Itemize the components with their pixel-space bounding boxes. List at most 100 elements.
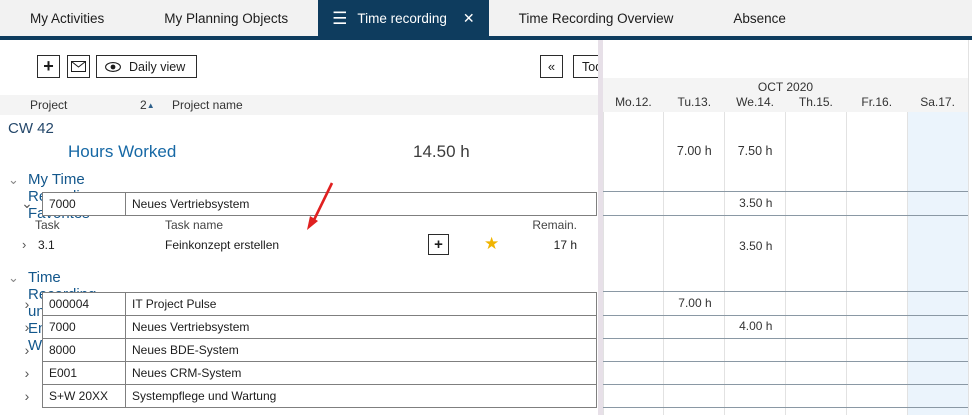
plus-icon: + xyxy=(434,236,443,253)
day-cell[interactable] xyxy=(785,144,846,158)
chevron-right-icon[interactable]: › xyxy=(20,319,34,335)
project-row[interactable]: 7000 Neues Vertriebsystem xyxy=(42,315,597,339)
day-cell[interactable] xyxy=(846,144,907,158)
favorite-project-row[interactable]: 7000 Neues Vertriebsystem xyxy=(42,192,597,216)
day-cell[interactable] xyxy=(907,196,968,210)
grid-line xyxy=(603,191,968,192)
column-project[interactable]: Project xyxy=(30,95,67,115)
day-cell[interactable] xyxy=(664,196,725,210)
day-cell[interactable]: 7.50 h xyxy=(725,144,786,158)
chevron-right-icon[interactable]: › xyxy=(22,237,26,252)
calendar-panel: OCT 2020 Mo.12. Tu.13. We.14. Th.15. Fr.… xyxy=(603,40,968,415)
task-code: 3.1 xyxy=(38,238,55,252)
tab-label: Time Recording Overview xyxy=(518,10,674,26)
panel-splitter[interactable] xyxy=(598,40,603,415)
project-name: Neues BDE-System xyxy=(132,343,239,357)
project-code: 7000 xyxy=(43,193,126,215)
day-header[interactable]: Tu.13. xyxy=(664,95,725,109)
favorite-project-cells: 3.50 h xyxy=(603,196,968,210)
day-cell[interactable]: 4.00 h xyxy=(725,319,786,333)
day-cell[interactable]: 3.50 h xyxy=(725,196,786,210)
day-cell[interactable] xyxy=(725,296,786,310)
plus-icon: + xyxy=(43,56,54,76)
grid-line xyxy=(603,291,968,292)
day-cell[interactable] xyxy=(603,144,664,158)
mail-button[interactable] xyxy=(67,55,90,78)
day-cell[interactable] xyxy=(785,296,846,310)
day-cell[interactable] xyxy=(846,296,907,310)
day-cell[interactable] xyxy=(664,239,725,253)
task-name: Feinkonzept erstellen xyxy=(165,238,280,252)
day-cell[interactable] xyxy=(907,144,968,158)
chevron-right-icon[interactable]: › xyxy=(20,296,34,312)
day-header[interactable]: Sa.17. xyxy=(907,95,968,109)
day-cell[interactable] xyxy=(846,239,907,253)
grid-line xyxy=(603,361,968,362)
project-row[interactable]: E001 Neues CRM-System xyxy=(42,361,597,385)
chevron-down-icon[interactable]: ⌄ xyxy=(8,270,19,286)
day-header[interactable]: Th.15. xyxy=(785,95,846,109)
add-time-entry-button[interactable]: + xyxy=(428,234,449,255)
task-row[interactable]: › 3.1 Feinkonzept erstellen + ★ 17 h xyxy=(0,234,598,258)
task-column-header: Task Task name Remain. xyxy=(0,218,598,233)
tab-label: Absence xyxy=(733,10,786,26)
day-cell[interactable] xyxy=(785,239,846,253)
main-content: + Daily view « Today xyxy=(0,40,972,415)
project-row[interactable]: S+W 20XX Systempflege und Wartung xyxy=(42,384,597,408)
sort-indicator[interactable]: 2▲ xyxy=(140,95,155,116)
day-cell[interactable] xyxy=(603,319,664,333)
day-cell[interactable] xyxy=(603,296,664,310)
day-cell[interactable]: 7.00 h xyxy=(664,296,725,310)
sort-asc-icon: ▲ xyxy=(146,101,155,110)
tab-my-planning-objects[interactable]: My Planning Objects xyxy=(134,0,318,36)
calendar-day-row: Mo.12. Tu.13. We.14. Th.15. Fr.16. Sa.17… xyxy=(603,95,968,109)
project-name: Neues CRM-System xyxy=(132,366,242,380)
day-cell[interactable] xyxy=(907,239,968,253)
close-icon[interactable]: ✕ xyxy=(463,10,475,27)
project-code: E001 xyxy=(43,362,126,384)
day-cell[interactable] xyxy=(846,319,907,333)
previous-period-button[interactable]: « xyxy=(540,55,563,78)
tab-label: My Activities xyxy=(30,10,105,26)
tab-absence[interactable]: Absence xyxy=(703,0,816,36)
hours-worked-label: Hours Worked xyxy=(68,142,177,161)
day-cell[interactable] xyxy=(907,296,968,310)
chevron-right-icon[interactable]: › xyxy=(20,388,34,404)
day-cell[interactable] xyxy=(846,196,907,210)
menu-icon[interactable]: ☰ xyxy=(332,10,347,27)
grid-line xyxy=(603,315,968,316)
day-cell[interactable] xyxy=(785,196,846,210)
day-cell[interactable]: 7.00 h xyxy=(664,144,725,158)
chevron-down-icon[interactable]: ⌄ xyxy=(8,172,19,188)
tab-label: Time recording xyxy=(357,10,447,26)
project-row[interactable]: 8000 Neues BDE-System xyxy=(42,338,597,362)
chevron-right-icon[interactable]: › xyxy=(20,342,34,358)
column-project-name[interactable]: Project name xyxy=(172,95,243,115)
project-row[interactable]: 000004 IT Project Pulse xyxy=(42,292,597,316)
add-button[interactable]: + xyxy=(37,55,60,78)
day-cell[interactable]: 3.50 h xyxy=(725,239,786,253)
eye-icon xyxy=(105,61,121,72)
tab-bar: My Activities My Planning Objects ☰ Time… xyxy=(0,0,972,40)
chevron-down-icon[interactable]: ⌄ xyxy=(20,195,34,212)
hours-worked-total: 14.50 h xyxy=(413,142,470,161)
day-header[interactable]: We.14. xyxy=(725,95,786,109)
daily-view-button[interactable]: Daily view xyxy=(96,55,197,78)
day-cell[interactable] xyxy=(785,319,846,333)
day-cell[interactable] xyxy=(664,319,725,333)
project-name: IT Project Pulse xyxy=(132,297,217,311)
day-header[interactable]: Mo.12. xyxy=(603,95,664,109)
day-header[interactable]: Fr.16. xyxy=(846,95,907,109)
tab-time-recording[interactable]: ☰ Time recording ✕ xyxy=(318,0,489,36)
day-cell[interactable] xyxy=(907,319,968,333)
tab-label: My Planning Objects xyxy=(164,10,289,26)
day-cell[interactable] xyxy=(603,196,664,210)
favorite-star-icon[interactable]: ★ xyxy=(484,234,499,254)
project-code: 000004 xyxy=(43,293,126,315)
column-task-name: Task name xyxy=(165,218,224,232)
tab-my-activities[interactable]: My Activities xyxy=(0,0,134,36)
calendar-week-label: CW 42 xyxy=(8,120,54,137)
chevron-right-icon[interactable]: › xyxy=(20,365,34,381)
day-cell[interactable] xyxy=(603,239,664,253)
tab-time-recording-overview[interactable]: Time Recording Overview xyxy=(489,0,704,36)
